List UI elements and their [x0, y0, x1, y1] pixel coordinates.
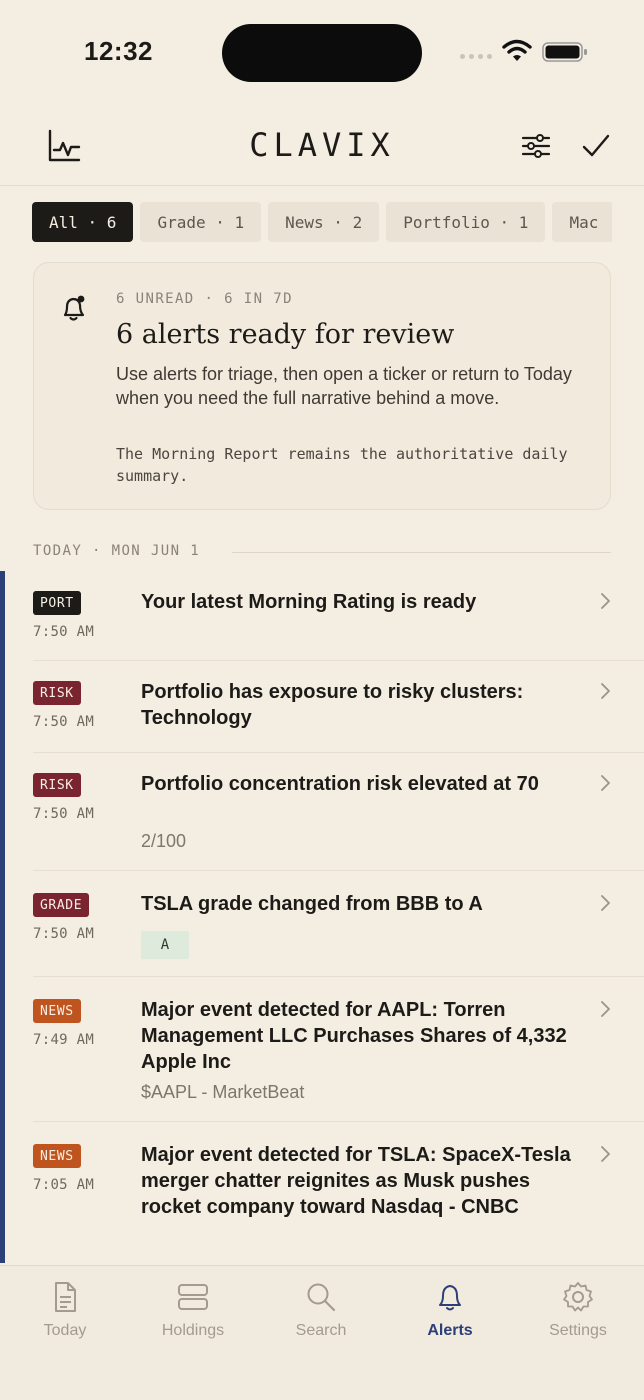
- alert-time: 7:50 AM: [33, 806, 95, 822]
- tab-label: Today: [43, 1322, 87, 1339]
- grade-badge: A: [141, 931, 189, 959]
- alert-time: 7:49 AM: [33, 1032, 95, 1048]
- alert-subtitle: 2/100: [141, 831, 187, 851]
- alert-row[interactable]: RISK 7:50 AM Portfolio concentration ris…: [33, 753, 644, 871]
- alert-title: Major event detected for TSLA: SpaceX-Te…: [141, 1144, 571, 1218]
- alert-tag: RISK: [33, 773, 81, 797]
- alert-time: 7:05 AM: [33, 1177, 95, 1193]
- alert-subtitle: $AAPL - MarketBeat: [141, 1082, 305, 1102]
- document-icon: [55, 1282, 76, 1312]
- bell-icon: [439, 1285, 461, 1311]
- app-header: CLAVIX: [0, 110, 644, 186]
- unread-indicator-bar: [0, 571, 5, 1263]
- summary-body: Use alerts for triage, then open a ticke…: [116, 364, 572, 408]
- summary-card: 6 UNREAD · 6 IN 7D 6 alerts ready for re…: [33, 262, 611, 510]
- alert-title: Portfolio concentration risk elevated at…: [141, 773, 539, 795]
- search-icon: [307, 1283, 336, 1312]
- alert-tag: NEWS: [33, 1144, 81, 1168]
- tab-label: Alerts: [427, 1322, 473, 1339]
- alert-title: Portfolio has exposure to risky clusters…: [141, 681, 524, 729]
- alert-row[interactable]: GRADE 7:50 AM TSLA grade changed from BB…: [33, 871, 644, 977]
- chevron-right-icon: [601, 1146, 610, 1162]
- bell-alert-icon: [63, 295, 85, 321]
- chevron-right-icon: [601, 593, 610, 609]
- mark-all-read-check-icon[interactable]: [576, 126, 616, 166]
- alert-list: PORT 7:50 AM Your latest Morning Rating …: [0, 571, 644, 1263]
- tab-label: Search: [295, 1322, 347, 1339]
- tab-label: Holdings: [161, 1322, 225, 1339]
- chevron-right-icon: [601, 775, 610, 791]
- section-date-label: TODAY · MON JUN 1: [33, 543, 201, 559]
- alert-time: 7:50 AM: [33, 714, 95, 730]
- dynamic-island: [222, 24, 422, 82]
- alert-time: 7:50 AM: [33, 926, 95, 942]
- alert-time: 7:50 AM: [33, 624, 95, 640]
- filter-sliders-icon[interactable]: [516, 126, 556, 166]
- filter-chip-grade[interactable]: Grade · 1: [140, 202, 262, 242]
- status-bar: 12:32: [0, 0, 644, 100]
- alert-row[interactable]: RISK 7:50 AM Portfolio has exposure to r…: [33, 661, 644, 753]
- holdings-icon: [178, 1284, 208, 1310]
- tab-alerts[interactable]: Alerts: [395, 1280, 505, 1340]
- chevron-right-icon: [601, 683, 610, 699]
- summary-meta: 6 UNREAD · 6 IN 7D: [116, 291, 293, 307]
- filter-chip-all[interactable]: All · 6: [32, 202, 134, 242]
- cellular-signal-icon: [460, 54, 492, 59]
- status-time: 12:32: [84, 36, 153, 66]
- summary-note: The Morning Report remains the authorita…: [116, 445, 568, 485]
- alert-title: Major event detected for AAPL: Torren Ma…: [141, 999, 567, 1073]
- chevron-right-icon: [601, 895, 610, 911]
- filter-chip-portfolio[interactable]: Portfolio · 1: [386, 202, 546, 242]
- chevron-right-icon: [601, 1001, 610, 1017]
- battery-icon: [542, 42, 587, 62]
- alert-tag: PORT: [33, 591, 81, 615]
- wifi-icon: [502, 39, 532, 61]
- tab-bar: Today Holdings Search Alerts Settings: [0, 1265, 644, 1400]
- alert-tag: RISK: [33, 681, 81, 705]
- gear-icon: [563, 1282, 593, 1312]
- filter-chip-news[interactable]: News · 2: [268, 202, 380, 242]
- filter-chips: All · 6 Grade · 1 News · 2 Portfolio · 1…: [32, 202, 612, 244]
- alert-row[interactable]: NEWS 7:05 AM Major event detected for TS…: [33, 1122, 644, 1263]
- summary-title: 6 alerts ready for review: [116, 319, 455, 350]
- tab-settings[interactable]: Settings: [523, 1280, 633, 1340]
- tab-label: Settings: [549, 1322, 607, 1339]
- tab-search[interactable]: Search: [266, 1280, 376, 1340]
- alert-tag: NEWS: [33, 999, 81, 1023]
- alert-title: Your latest Morning Rating is ready: [141, 591, 477, 613]
- tab-holdings[interactable]: Holdings: [138, 1280, 248, 1340]
- alert-row[interactable]: NEWS 7:49 AM Major event detected for AA…: [33, 977, 644, 1122]
- tab-today[interactable]: Today: [10, 1280, 120, 1340]
- alert-tag: GRADE: [33, 893, 90, 917]
- filter-chip-macro[interactable]: Mac: [552, 202, 612, 242]
- section-divider: [232, 552, 611, 553]
- alert-title: TSLA grade changed from BBB to A: [141, 893, 483, 915]
- alert-row[interactable]: PORT 7:50 AM Your latest Morning Rating …: [33, 571, 644, 661]
